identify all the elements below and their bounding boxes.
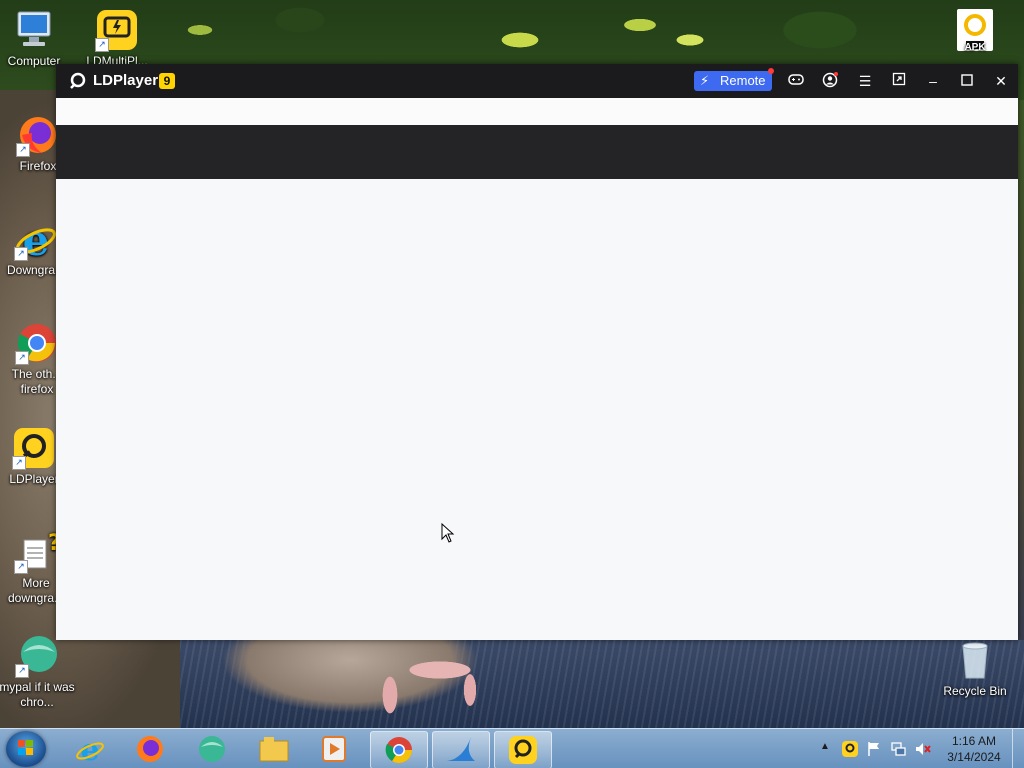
tray-ldplayer-icon[interactable] xyxy=(842,741,858,757)
remote-button[interactable]: ⚡ Remote xyxy=(694,68,774,91)
shortcut-arrow-icon: ↗ xyxy=(12,456,26,470)
shortcut-arrow-icon: ↗ xyxy=(95,38,109,52)
ldplayer-logo-icon xyxy=(70,72,86,89)
shortcut-arrow-icon: ↗ xyxy=(14,560,28,574)
desktop-icon-label: APK xyxy=(964,42,986,53)
window-title: LDPlayer xyxy=(93,72,159,89)
ldmultiplayer-icon: ↗ xyxy=(95,8,139,52)
desktop-icon-apk[interactable]: APK xyxy=(936,8,1014,55)
notification-dot xyxy=(768,68,774,74)
mypal-icon: ↗ xyxy=(15,634,59,678)
shortcut-arrow-icon: ↗ xyxy=(15,664,29,678)
minimize-icon[interactable]: – xyxy=(924,72,942,90)
taskbar: e ▲ 1:16 AM 3/14/2024 xyxy=(0,728,1024,768)
firefox-icon: ↗ xyxy=(16,113,60,157)
tray-volume-muted-icon[interactable] xyxy=(914,741,932,757)
desktop-icon-label: Recycle Bin xyxy=(943,684,1007,698)
taskbar-ie[interactable]: e xyxy=(62,731,118,767)
taskbar-shark[interactable] xyxy=(432,731,490,768)
document-question-icon: ? ↗ xyxy=(14,530,61,574)
desktop: Computer ↗ LDMultiPl... APK ↗ Firefox e … xyxy=(0,0,1024,768)
computer-icon xyxy=(12,8,56,52)
restore-window-icon[interactable] xyxy=(890,72,908,90)
taskbar-mypal[interactable] xyxy=(184,731,240,767)
taskbar-firefox[interactable] xyxy=(122,731,178,767)
window-dark-bar xyxy=(56,125,1018,179)
chrome-icon xyxy=(385,737,413,764)
maximize-icon[interactable] xyxy=(958,72,976,90)
clock-time: 1:16 AM xyxy=(951,734,997,748)
desktop-icon-mypal[interactable]: ↗ mypal if it was chro... xyxy=(0,634,76,710)
desktop-icon-label: mypal if it was chro... xyxy=(0,680,75,709)
windows-logo-icon xyxy=(18,740,33,755)
taskbar-chrome[interactable] xyxy=(370,731,428,768)
clock-date: 3/14/2024 xyxy=(947,750,1001,764)
taskbar-media-player[interactable] xyxy=(306,731,362,767)
explorer-icon xyxy=(259,737,289,762)
window-top-strip xyxy=(56,98,1018,125)
ldplayer-window: LDPlayer 9 ⚡ Remote ☰ – ✕ xyxy=(56,64,1018,640)
desktop-icon-recycle-bin[interactable]: Recycle Bin xyxy=(936,638,1014,699)
version-badge: 9 xyxy=(159,73,175,89)
mypal-icon xyxy=(199,736,225,762)
taskbar-ldplayer[interactable] xyxy=(494,731,552,768)
close-icon[interactable]: ✕ xyxy=(992,72,1010,90)
account-icon[interactable] xyxy=(821,72,839,90)
desktop-icon-ldmultiplayer[interactable]: ↗ LDMultiPl... xyxy=(78,8,156,69)
internet-explorer-icon: e ↗ xyxy=(14,216,58,265)
ldplayer-icon: ↗ xyxy=(12,426,56,470)
shortcut-arrow-icon: ↗ xyxy=(15,351,29,365)
wallpaper-paw xyxy=(370,650,490,720)
gamepad-icon[interactable] xyxy=(787,72,805,90)
media-player-icon xyxy=(322,736,346,762)
recycle-bin-icon xyxy=(953,638,997,682)
desktop-icon-computer[interactable]: Computer xyxy=(0,8,73,69)
lightning-icon: ⚡ xyxy=(700,73,710,88)
shark-icon xyxy=(447,737,475,761)
shortcut-arrow-icon: ↗ xyxy=(16,143,30,157)
mouse-cursor-icon xyxy=(441,522,455,548)
taskbar-explorer[interactable] xyxy=(246,731,302,767)
chrome-icon: ↗ xyxy=(15,321,59,365)
firefox-icon xyxy=(137,736,163,762)
shortcut-arrow-icon: ↗ xyxy=(14,247,28,261)
window-titlebar[interactable]: LDPlayer 9 ⚡ Remote ☰ – ✕ xyxy=(56,64,1018,98)
tray-clock[interactable]: 1:16 AM 3/14/2024 xyxy=(944,733,1004,768)
menu-icon[interactable]: ☰ xyxy=(856,72,874,90)
window-content-area[interactable] xyxy=(56,179,1018,640)
remote-label: Remote xyxy=(720,73,766,88)
ie-icon: e xyxy=(76,734,104,764)
show-desktop-button[interactable] xyxy=(1012,729,1024,768)
start-button[interactable] xyxy=(6,731,46,767)
ldplayer-icon xyxy=(509,736,537,764)
tray-network-icon[interactable] xyxy=(890,741,906,757)
tray-flag-icon[interactable] xyxy=(866,741,882,757)
